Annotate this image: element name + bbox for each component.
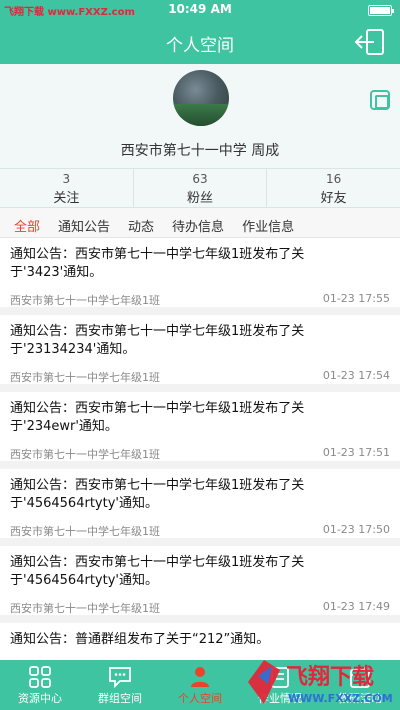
feed-item[interactable]: 通知公告：西安市第七十一中学七年级1班发布了关于'4564564rtyty'通知… [0, 469, 400, 546]
fxxz-watermark-logo: 飞翔下载 WWW.FXXZ.COM [248, 660, 393, 705]
battery-icon [368, 5, 394, 16]
stat-fans[interactable]: 63 粉丝 [132, 169, 267, 207]
nav-bar: 个人空间 [0, 20, 400, 64]
feed-item-time: 01-23 17:55 [322, 292, 390, 305]
profile-header: 西安市第七十一中学 周成 [0, 64, 400, 168]
feed-item-time: 01-23 17:49 [322, 600, 390, 613]
page-title: 个人空间 [166, 36, 234, 56]
feed-list[interactable]: 通知公告：西安市第七十一中学七年级1班发布了关于'3423'通知。 西安市第七十… [0, 238, 400, 660]
stat-following-count: 3 [62, 172, 71, 186]
tab-resource-center-label: 资源中心 [18, 692, 62, 705]
feed-item-source: 西安市第七十一中学七年级1班 [10, 602, 160, 615]
chat-icon [109, 667, 131, 688]
status-bar: 飞翔下载 www.FXXZ.com 10:49 AM [0, 0, 400, 20]
tab-personal-space[interactable]: 个人空间 [160, 660, 240, 710]
tab-group-space-label: 群组空间 [98, 692, 142, 705]
feed-item-text: 通知公告：普通群组发布了关于“212”通知。 [10, 632, 270, 647]
watermark-text-url: WWW.FXXZ.COM [288, 692, 393, 705]
tab-resource-center[interactable]: 资源中心 [0, 660, 80, 710]
feed-item-source: 西安市第七十一中学七年级1班 [10, 371, 160, 384]
feed-item[interactable]: 通知公告：西安市第七十一中学七年级1班发布了关于'3423'通知。 西安市第七十… [0, 238, 400, 315]
filter-tab-updates[interactable]: 动态 [128, 208, 154, 237]
feed-item-source: 西安市第七十一中学七年级1班 [10, 294, 160, 307]
clock: 10:49 AM [168, 2, 232, 16]
feed-item-time: 01-23 17:50 [322, 523, 390, 536]
feed-item-text: 通知公告：西安市第七十一中学七年级1班发布了关于'4564564rtyty'通知… [10, 478, 305, 511]
tab-group-space[interactable]: 群组空间 [80, 660, 160, 710]
stat-following-label: 关注 [53, 191, 80, 206]
feed-item-text: 通知公告：西安市第七十一中学七年级1班发布了关于'4564564rtyty'通知… [10, 555, 305, 588]
logout-icon[interactable] [354, 27, 386, 57]
filter-tab-notices[interactable]: 通知公告 [58, 208, 110, 237]
feed-item-text: 通知公告：西安市第七十一中学七年级1班发布了关于'234ewr'通知。 [10, 401, 305, 434]
stat-fans-label: 粉丝 [187, 191, 214, 206]
stat-friends-count: 16 [326, 172, 342, 186]
filter-tab-all[interactable]: 全部 [14, 208, 40, 237]
person-icon [191, 667, 209, 687]
feed-item-text: 通知公告：西安市第七十一中学七年级1班发布了关于'23134234'通知。 [10, 324, 305, 357]
watermark-text-cn: 飞翔下载 [286, 664, 374, 690]
grid-icon [29, 666, 51, 688]
filter-tabs: 全部 通知公告 动态 待办信息 作业信息 [0, 208, 400, 238]
feed-item-text: 通知公告：西安市第七十一中学七年级1班发布了关于'3423'通知。 [10, 247, 305, 280]
stat-friends[interactable]: 16 好友 [266, 169, 400, 207]
profile-name: 西安市第七十一中学 周成 [120, 143, 280, 159]
avatar[interactable] [173, 70, 229, 126]
feed-item[interactable]: 通知公告：西安市第七十一中学七年级1班发布了关于'23134234'通知。 西安… [0, 315, 400, 392]
tab-personal-space-label: 个人空间 [178, 692, 222, 705]
feed-item-source: 西安市第七十一中学七年级1班 [10, 448, 160, 461]
feed-item-source: 西安市第七十一中学七年级1班 [10, 525, 160, 538]
filter-tab-todo[interactable]: 待办信息 [172, 208, 224, 237]
feed-item-time: 01-23 17:54 [322, 369, 390, 382]
stat-friends-label: 好友 [320, 191, 347, 206]
feed-item-time: 01-23 17:51 [322, 446, 390, 459]
stats-row: 3 关注 63 粉丝 16 好友 [0, 168, 400, 208]
stat-fans-count: 63 [192, 172, 208, 186]
qr-code-icon[interactable] [370, 90, 390, 110]
feed-item[interactable]: 通知公告：西安市第七十一中学七年级1班发布了关于'4564564rtyty'通知… [0, 546, 400, 623]
feed-item[interactable]: 通知公告：西安市第七十一中学七年级1班发布了关于'234ewr'通知。 西安市第… [0, 392, 400, 469]
filter-tab-homework[interactable]: 作业信息 [242, 208, 294, 237]
stat-following[interactable]: 3 关注 [0, 169, 133, 207]
